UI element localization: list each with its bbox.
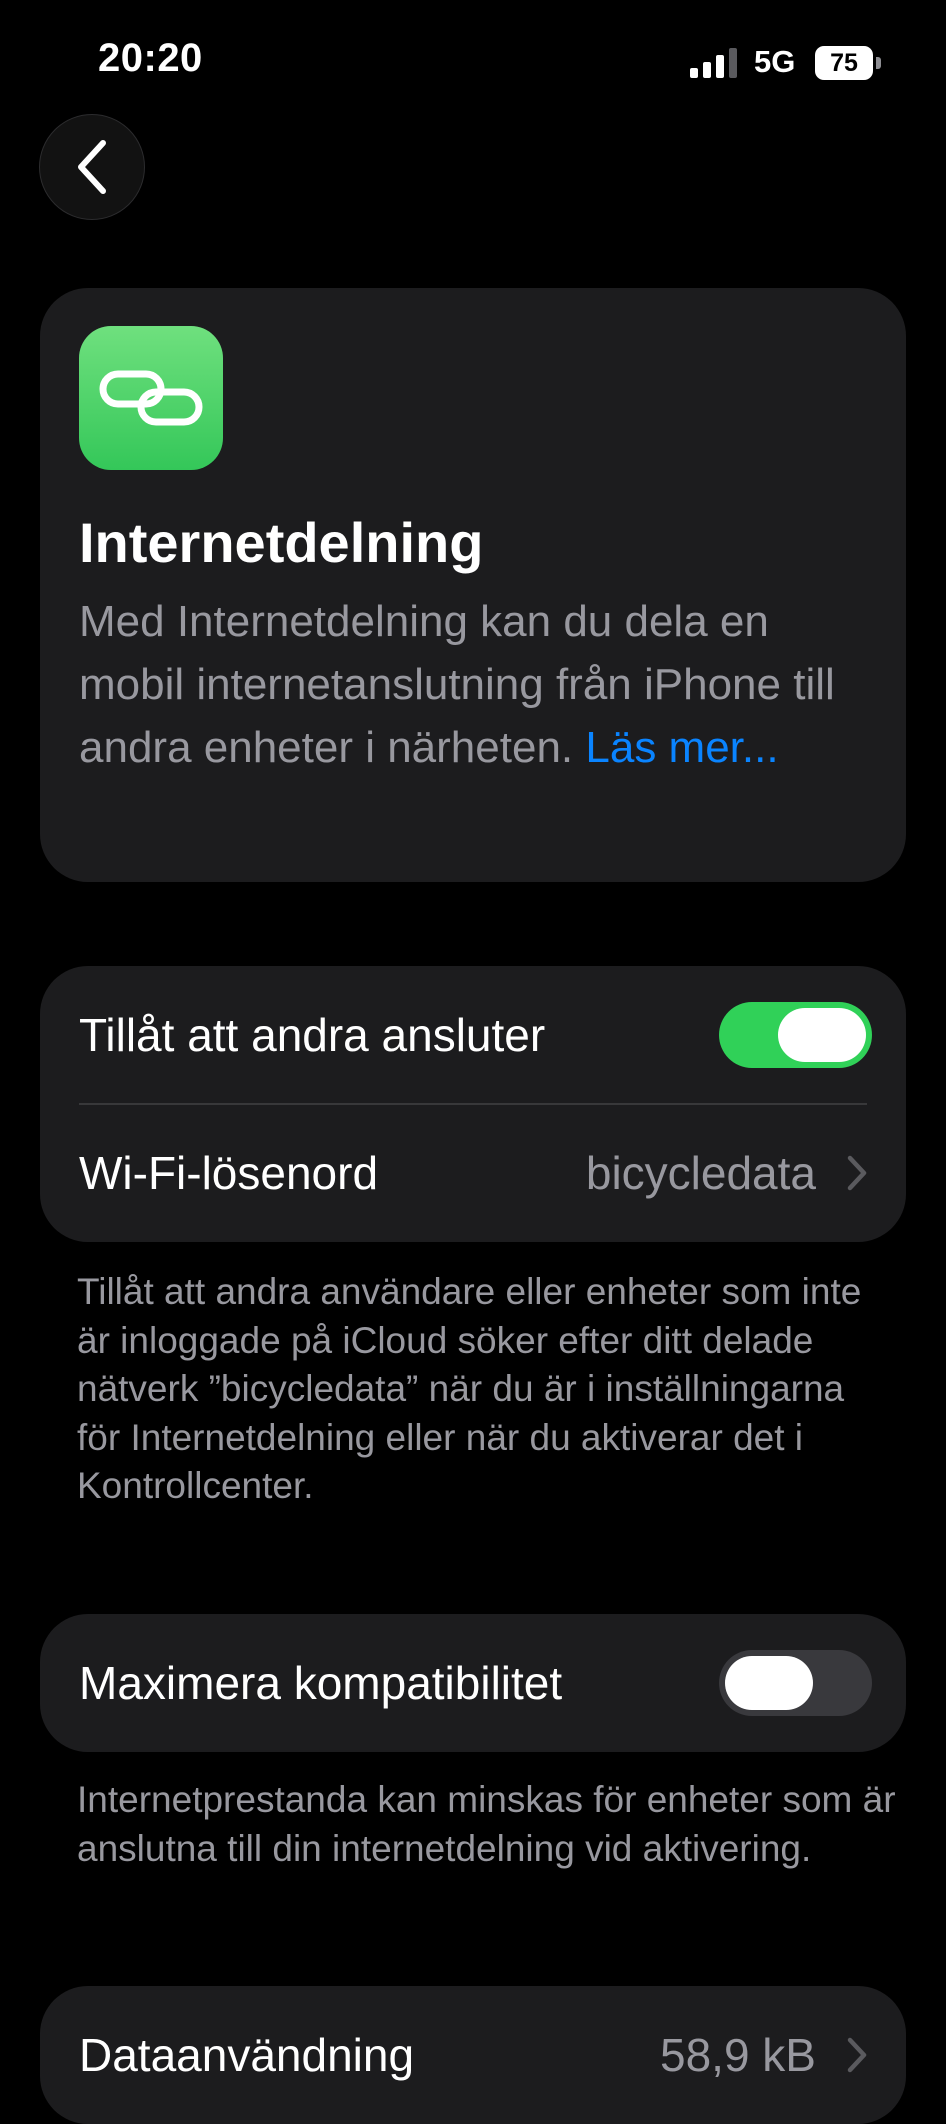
hotspot-app-icon — [79, 326, 223, 470]
link-icon — [99, 370, 203, 426]
hero-description: Med Internetdelning kan du dela en mobil… — [79, 590, 879, 779]
allow-group-footer: Tillåt att andra användare eller enheter… — [77, 1271, 862, 1506]
network-type: 5G — [754, 44, 796, 79]
wifi-password-label: Wi-Fi-lösenord — [79, 1147, 379, 1199]
allow-others-row: Tillåt att andra ansluter — [40, 966, 906, 1104]
chevron-right-icon — [847, 1155, 867, 1191]
compatibility-group: Maximera kompatibilitet — [40, 1614, 906, 1752]
data-usage-label: Dataanvändning — [79, 2029, 415, 2081]
status-time: 20:20 — [98, 36, 203, 80]
hero-card: Internetdelning Med Internetdelning kan … — [40, 288, 906, 882]
battery-cap — [876, 57, 881, 69]
allow-others-label: Tillåt att andra ansluter — [79, 1009, 546, 1061]
chevron-right-icon — [847, 2037, 867, 2073]
allow-group: Tillåt att andra ansluter Wi-Fi-lösenord… — [40, 966, 906, 1242]
read-more-link[interactable]: Läs mer... — [585, 723, 778, 772]
allow-others-toggle[interactable] — [719, 1002, 872, 1068]
compatibility-footer: Internetprestanda kan minskas för enhete… — [77, 1779, 896, 1869]
max-compat-toggle[interactable] — [719, 1650, 872, 1716]
max-compat-label: Maximera kompatibilitet — [79, 1657, 563, 1709]
wifi-password-row[interactable]: Wi-Fi-lösenord bicycledata — [40, 1104, 906, 1242]
toggle-knob — [725, 1656, 813, 1710]
battery-level: 75 — [815, 46, 873, 80]
page-title: Internetdelning — [79, 511, 484, 574]
back-chevron-icon — [78, 140, 106, 194]
toggle-knob — [778, 1008, 866, 1062]
data-usage-group: Dataanvändning 58,9 kB — [40, 1986, 906, 2124]
battery-icon: 75 — [815, 46, 881, 80]
data-usage-value: 58,9 kB — [660, 2029, 816, 2081]
back-button[interactable] — [39, 114, 145, 220]
signal-icon — [690, 48, 737, 78]
data-usage-row[interactable]: Dataanvändning 58,9 kB — [40, 1986, 906, 2124]
max-compat-row: Maximera kompatibilitet — [40, 1614, 906, 1752]
status-bar: 20:20 5G 75 — [0, 0, 946, 120]
wifi-password-value: bicycledata — [585, 1147, 816, 1199]
